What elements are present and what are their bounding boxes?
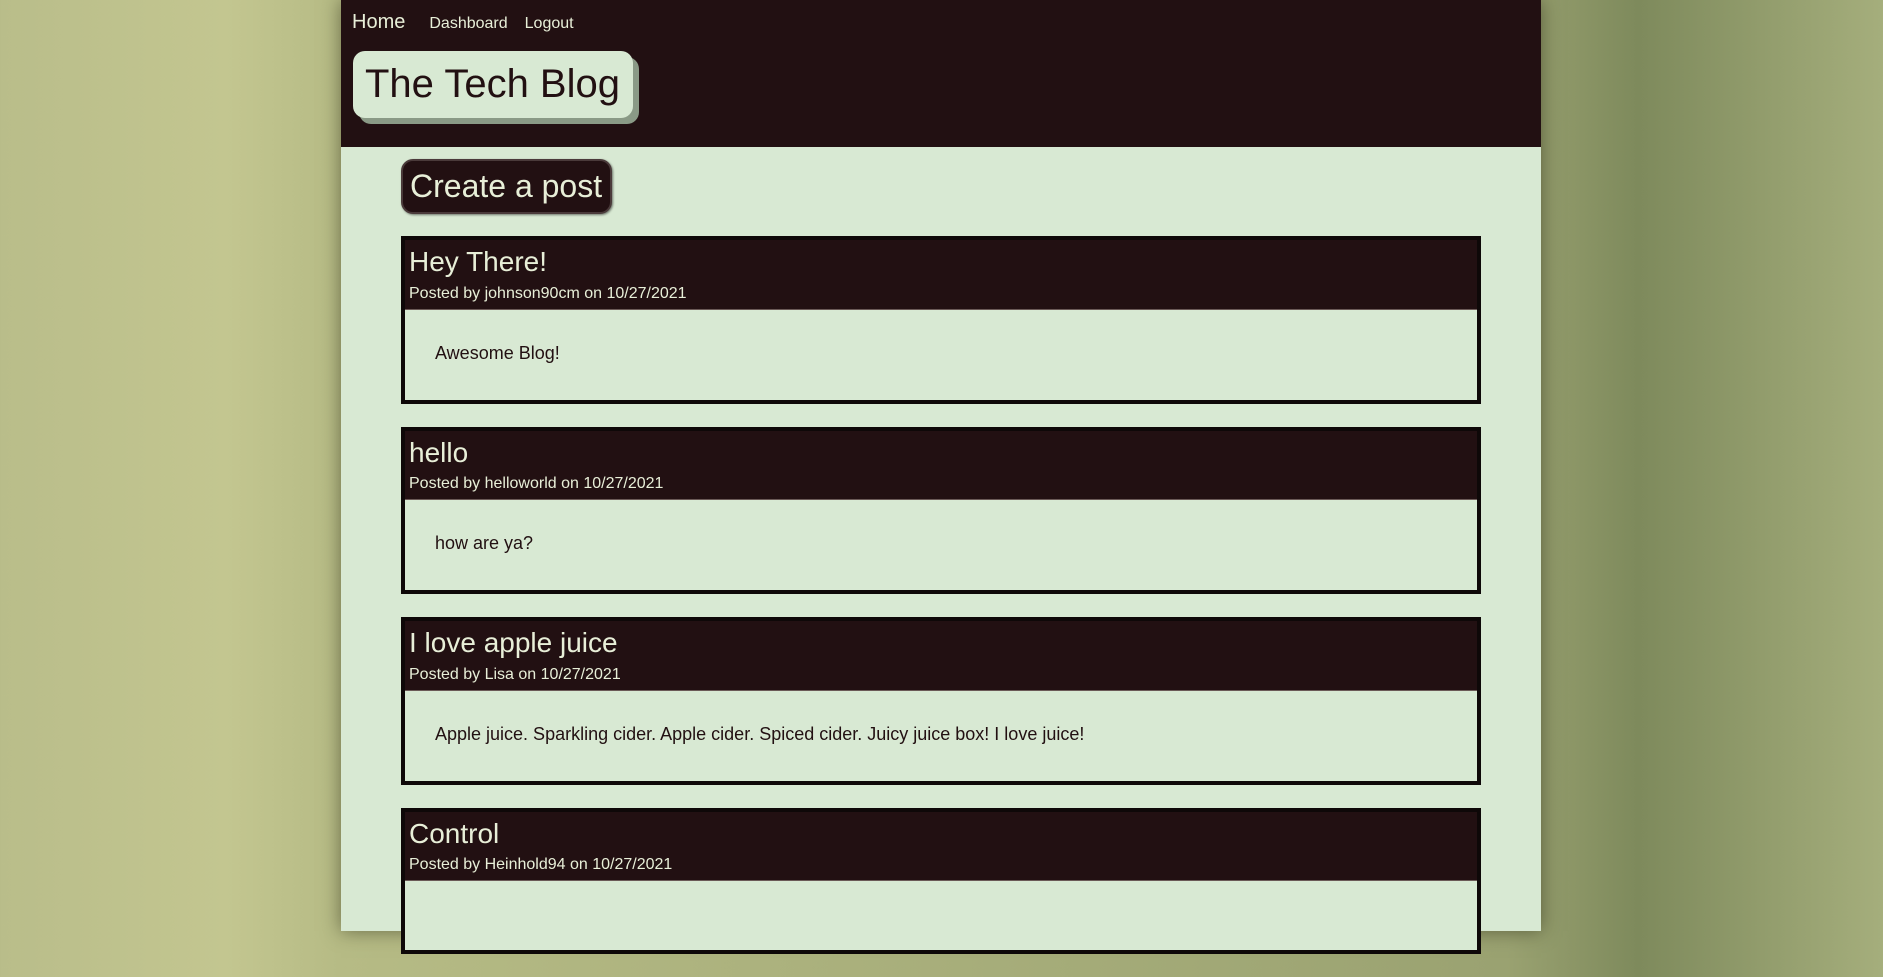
main-content: Create a post Hey There! Posted by johns… — [401, 159, 1481, 977]
post-card[interactable]: Hey There! Posted by johnson90cm on 10/2… — [401, 236, 1481, 404]
post-title[interactable]: hello — [409, 436, 1473, 470]
post-list: Hey There! Posted by johnson90cm on 10/2… — [401, 236, 1481, 955]
post-title[interactable]: Control — [409, 817, 1473, 851]
post-card[interactable]: I love apple juice Posted by Lisa on 10/… — [401, 617, 1481, 785]
post-meta: Posted by johnson90cm on 10/27/2021 — [409, 284, 687, 302]
site-title[interactable]: The Tech Blog — [353, 51, 633, 118]
nav-logout-link[interactable]: Logout — [525, 15, 574, 33]
post-title[interactable]: I love apple juice — [409, 626, 1473, 660]
post-body: Awesome Blog! — [405, 308, 1477, 400]
create-post-button[interactable]: Create a post — [401, 159, 613, 214]
nav-dashboard-link[interactable]: Dashboard — [429, 15, 507, 33]
post-title[interactable]: Hey There! — [409, 245, 1473, 279]
post-header: hello Posted by helloworld on 10/27/2021 — [405, 431, 1477, 500]
post-meta: Posted by Heinhold94 on 10/27/2021 — [409, 856, 673, 874]
post-header: Hey There! Posted by johnson90cm on 10/2… — [405, 240, 1477, 309]
nav-home-link[interactable]: Home — [352, 11, 405, 34]
top-nav: Home Dashboard Logout — [352, 11, 574, 34]
page-container: Home Dashboard Logout The Tech Blog Crea… — [341, 0, 1541, 955]
post-card[interactable]: hello Posted by helloworld on 10/27/2021… — [401, 426, 1481, 595]
post-header: Control Posted by Heinhold94 on 10/27/20… — [405, 812, 1477, 881]
post-header: I love apple juice Posted by Lisa on 10/… — [405, 621, 1477, 690]
post-body — [405, 880, 1477, 951]
post-meta: Posted by helloworld on 10/27/2021 — [409, 475, 664, 493]
post-meta: Posted by Lisa on 10/27/2021 — [409, 665, 621, 683]
post-card[interactable]: Control Posted by Heinhold94 on 10/27/20… — [401, 807, 1481, 955]
post-body: how are ya? — [405, 499, 1477, 591]
site-header: Home Dashboard Logout The Tech Blog — [341, 0, 1541, 147]
post-body: Apple juice. Sparkling cider. Apple cide… — [405, 689, 1477, 781]
